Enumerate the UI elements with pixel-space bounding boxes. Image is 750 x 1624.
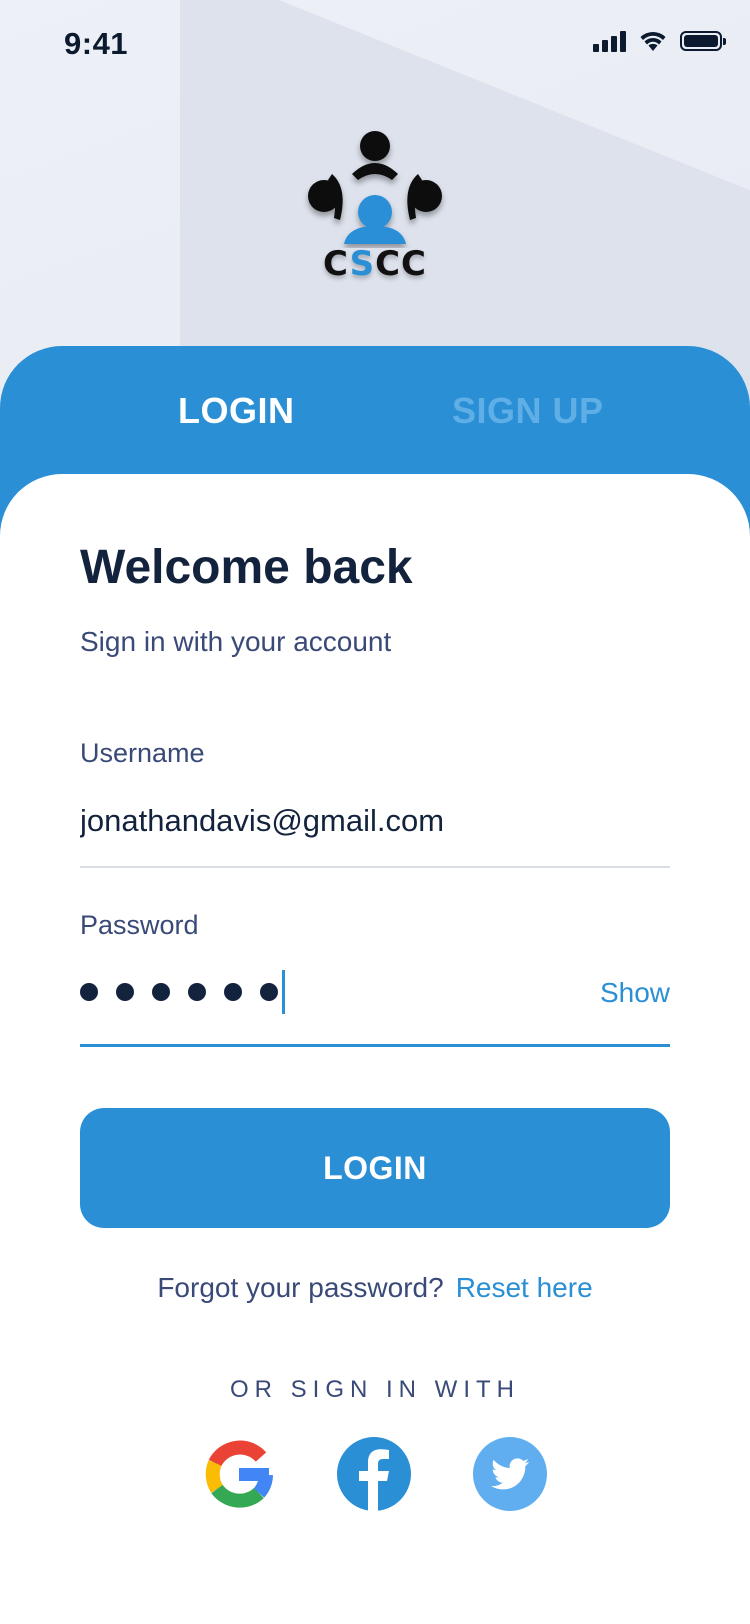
password-dot [260,983,278,1001]
app-logo: CSCC [300,128,450,288]
username-underline [80,866,670,868]
page-title: Welcome back [80,541,413,594]
forgot-password-text: Forgot your password? [157,1272,444,1303]
reset-password-link[interactable]: Reset here [456,1272,593,1303]
facebook-signin-button[interactable] [337,1437,411,1511]
facebook-icon [337,1437,411,1511]
username-label: Username [80,738,205,768]
password-dot [80,983,98,1001]
tab-sign-up[interactable]: SIGN UP [452,390,604,432]
login-screen: 9:41 CSCC LOGIN SIGN UP Welcome back Sig… [0,0,750,1624]
twitter-icon [473,1437,547,1511]
text-caret [282,970,285,1014]
social-buttons [201,1437,547,1511]
password-label: Password [80,910,199,940]
password-dot [116,983,134,1001]
google-icon [205,1440,273,1508]
people-circle-icon [308,131,442,244]
twitter-signin-button[interactable] [473,1437,547,1511]
battery-icon [680,31,726,51]
password-dot [152,983,170,1001]
social-heading: OR SIGN IN WITH [230,1376,520,1403]
status-icons [593,30,726,52]
page-subtitle: Sign in with your account [80,626,392,657]
logo-text: CSCC [323,244,427,284]
login-button[interactable]: LOGIN [80,1108,670,1228]
password-input[interactable] [80,968,285,1016]
cellular-signal-icon [593,30,626,52]
password-underline [80,1044,670,1047]
username-input[interactable] [80,800,670,842]
show-password-button[interactable]: Show [600,977,670,1009]
wifi-icon [640,31,666,51]
status-time: 9:41 [64,26,129,61]
google-signin-button[interactable] [201,1437,275,1511]
tab-login[interactable]: LOGIN [178,390,295,432]
password-dot [224,983,242,1001]
password-dot [188,983,206,1001]
forgot-password-row: Forgot your password? Reset here [0,1272,750,1304]
